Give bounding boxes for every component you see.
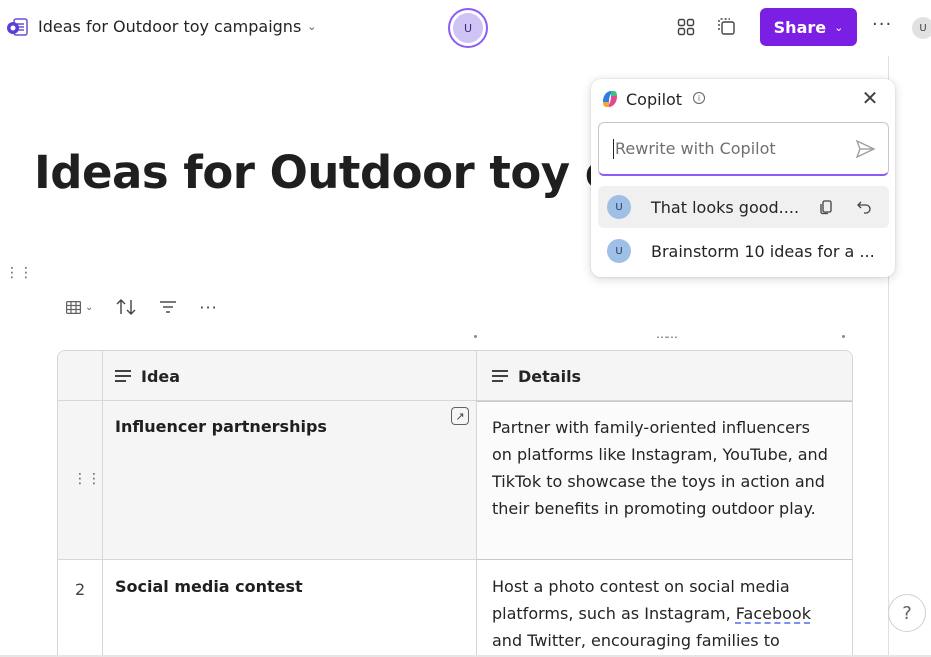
more-options-icon[interactable]: ···: [872, 14, 892, 35]
open-row-icon[interactable]: ↗: [451, 407, 469, 425]
components-grid-icon[interactable]: [675, 16, 697, 38]
idea-cell[interactable]: Influencer partnerships: [115, 417, 327, 436]
block-drag-handle-icon[interactable]: ⋮⋮: [5, 266, 33, 280]
copilot-prompt-input[interactable]: Rewrite with Copilot: [598, 122, 889, 176]
table-header-row: Idea Details: [58, 351, 852, 401]
loop-app-icon: [7, 18, 28, 36]
info-icon[interactable]: i: [693, 92, 705, 104]
column-insert-point[interactable]: [474, 335, 477, 338]
table-row: ⋮⋮ Influencer partnerships ↗ Partner wit…: [58, 401, 852, 560]
filter-button[interactable]: [159, 300, 177, 314]
table-icon: [66, 300, 81, 314]
send-icon[interactable]: [854, 138, 876, 160]
chevron-down-icon: ⌄: [834, 20, 844, 34]
document-title: Ideas for Outdoor toy campaigns: [38, 17, 302, 36]
copilot-history-item[interactable]: U Brainstorm 10 ideas for a ...: [598, 230, 889, 272]
text-column-icon: [115, 370, 131, 382]
chevron-down-icon: ⌄: [85, 301, 94, 313]
text-column-icon: [492, 370, 508, 382]
filter-icon: [160, 301, 177, 313]
column-header-idea[interactable]: Idea: [115, 351, 180, 401]
user-avatar: U: [607, 195, 631, 219]
table-view-button[interactable]: ⌄: [66, 300, 94, 314]
table-row: 2 Social media contest Host a photo cont…: [58, 560, 852, 657]
copilot-logo-icon: [603, 91, 617, 107]
spelling-flag[interactable]: Facebook: [736, 604, 811, 623]
table-toolbar: ⌄ ···: [66, 294, 218, 320]
row-drag-handle-icon[interactable]: ⋮⋮: [73, 471, 101, 487]
details-cell[interactable]: Partner with family-oriented influencers…: [492, 414, 832, 522]
table-more-options-icon[interactable]: ···: [199, 298, 217, 317]
column-header-details[interactable]: Details: [492, 351, 581, 401]
copilot-panel: Copilot i ✕ Rewrite with Copilot U That …: [591, 79, 895, 277]
sort-icon: [116, 299, 136, 315]
copy-icon[interactable]: [816, 197, 836, 217]
page-title[interactable]: Ideas for Outdoor toy ca: [34, 146, 641, 199]
document-title-menu[interactable]: Ideas for Outdoor toy campaigns ⌄: [38, 17, 317, 36]
idea-cell[interactable]: Social media contest: [115, 577, 303, 596]
chevron-down-icon: ⌄: [307, 20, 317, 33]
ideas-table: Idea Details ⋮⋮ Influencer partnerships …: [57, 350, 853, 657]
column-divider: [476, 351, 477, 657]
column-insert-point[interactable]: [842, 335, 845, 338]
close-icon[interactable]: ✕: [859, 86, 881, 110]
collaborator-avatar[interactable]: U: [448, 8, 488, 48]
undo-icon[interactable]: [854, 197, 874, 217]
share-button[interactable]: Share ⌄: [760, 8, 857, 46]
user-avatar: U: [607, 239, 631, 263]
top-bar: Ideas for Outdoor toy campaigns ⌄ U Shar…: [0, 0, 931, 56]
text-cursor: [613, 138, 614, 159]
help-button[interactable]: ?: [888, 594, 926, 632]
column-drag-handle-icon[interactable]: ⋯⋯: [656, 330, 678, 344]
user-avatar[interactable]: U: [912, 17, 931, 39]
row-number: 2: [75, 580, 86, 599]
details-cell[interactable]: Host a photo contest on social media pla…: [492, 573, 832, 654]
copy-component-icon[interactable]: [716, 16, 738, 38]
column-divider: [102, 351, 103, 657]
sort-button[interactable]: [115, 298, 137, 316]
copilot-history-item[interactable]: U That looks good....: [598, 186, 889, 228]
copilot-title: Copilot: [626, 90, 683, 109]
